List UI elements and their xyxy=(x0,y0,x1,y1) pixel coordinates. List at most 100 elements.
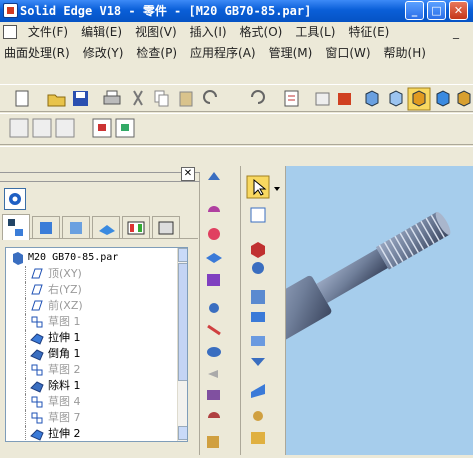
document-icon[interactable] xyxy=(3,25,17,39)
tree-item-label: 右(YZ) xyxy=(48,283,82,296)
menu-bar-primary: 文件(F) 编辑(E) 视图(V) 插入(I) 格式(O) 工具(L) 特征(E) xyxy=(0,22,473,43)
relate-icon xyxy=(251,336,265,346)
menu-help[interactable]: 帮助(H) xyxy=(384,43,426,64)
tree-item[interactable]: 除料 1 xyxy=(20,378,175,394)
select-tool-icon xyxy=(315,92,330,106)
cut-icon xyxy=(133,90,143,106)
tree-item[interactable]: 草图 4 xyxy=(20,394,175,410)
hole-icon xyxy=(208,228,220,240)
sketch-icon xyxy=(31,412,43,424)
tree-item-label: 草图 2 xyxy=(48,363,81,376)
cutout-icon xyxy=(30,381,44,393)
tree-item-label: 前(XZ) xyxy=(48,299,83,312)
tree-connector xyxy=(25,346,26,362)
scroll-thumb[interactable] xyxy=(178,263,187,381)
menu-inspect[interactable]: 检查(P) xyxy=(136,43,177,64)
menu-surfacing[interactable]: 曲面处理(R) xyxy=(4,43,70,64)
sketch-icon xyxy=(31,396,43,408)
standard-toolbar xyxy=(0,84,473,112)
sketch-icon xyxy=(31,364,43,376)
tree-scrollbar[interactable] xyxy=(177,248,187,441)
menu-manage[interactable]: 管理(M) xyxy=(269,43,313,64)
pathfinder-tabs xyxy=(2,214,198,240)
scroll-down-button[interactable] xyxy=(178,426,187,440)
tree-connector xyxy=(25,410,26,426)
menu-view[interactable]: 视图(V) xyxy=(135,22,177,43)
menu-bar-secondary: 曲面处理(R) 修改(Y) 检查(P) 应用程序(A) 管理(M) 窗口(W) 帮助(H) xyxy=(0,43,473,64)
tree-connector xyxy=(25,266,26,282)
tree-item[interactable]: 右(YZ) xyxy=(20,282,175,298)
dropdown-arrow-icon xyxy=(274,187,280,191)
tab-layers[interactable] xyxy=(32,216,60,239)
edgebar-options-button[interactable] xyxy=(4,188,26,210)
edgebar-icon-3 xyxy=(55,118,75,138)
rib-icon xyxy=(207,390,220,400)
tree-item-label: 倒角 1 xyxy=(48,347,81,360)
plane-icon xyxy=(31,300,43,311)
redo-icon xyxy=(251,90,265,104)
paste-icon xyxy=(179,91,193,107)
panel-grip[interactable] xyxy=(0,172,200,182)
copy-icon xyxy=(154,90,169,107)
tree-connector xyxy=(25,378,26,394)
properties-icon xyxy=(284,90,299,107)
tree-item[interactable]: 草图 7 xyxy=(20,410,175,426)
tree-item[interactable]: 草图 1 xyxy=(20,314,175,330)
close-button[interactable]: ✕ xyxy=(449,1,468,20)
tab-engineering-reference[interactable] xyxy=(152,216,180,239)
tree-item-label: 拉伸 2 xyxy=(48,427,81,440)
menu-window[interactable]: 窗口(W) xyxy=(325,43,370,64)
assembly-icon xyxy=(251,432,265,444)
tab-features-library[interactable] xyxy=(62,216,90,239)
edgebar-icon-2 xyxy=(32,118,52,138)
minimize-button[interactable]: _ xyxy=(405,1,424,20)
thread-icon xyxy=(208,412,220,418)
3d-viewport[interactable] xyxy=(258,166,473,455)
edgebar-icon-5 xyxy=(115,118,135,138)
maximize-button[interactable]: □ xyxy=(427,1,446,20)
curve-icon xyxy=(253,411,263,421)
chamfer-icon xyxy=(207,324,221,336)
edgebar-icon-4 xyxy=(92,118,112,138)
tab-feature-tree[interactable] xyxy=(2,214,30,240)
revolved-tool-icon xyxy=(252,262,264,274)
menu-format[interactable]: 格式(O) xyxy=(240,22,283,43)
tree-item[interactable]: 拉伸 2 xyxy=(20,426,175,441)
scroll-up-button[interactable] xyxy=(178,248,187,262)
edgebar-icon-1 xyxy=(9,118,29,138)
tree-item[interactable]: 草图 2 xyxy=(20,362,175,378)
toolbar-separator-band xyxy=(0,146,473,166)
material-icon xyxy=(457,90,471,107)
title-bar: Solid Edge V18 - 零件 - [M20 GB70-85.par] xyxy=(0,0,473,22)
plane-icon xyxy=(31,268,43,279)
thin-wall-icon xyxy=(208,370,218,378)
fillet-icon xyxy=(209,303,219,313)
surface-icon xyxy=(251,384,265,398)
tree-item-label: 草图 1 xyxy=(48,315,81,328)
menu-modify[interactable]: 修改(Y) xyxy=(83,43,124,64)
fit-icon xyxy=(338,93,351,105)
shaded-view-icon xyxy=(412,90,426,107)
tree-item[interactable]: 拉伸 1 xyxy=(20,330,175,346)
view-top-icon xyxy=(389,90,403,107)
menu-insert[interactable]: 插入(I) xyxy=(190,22,227,43)
menu-edit[interactable]: 编辑(E) xyxy=(81,22,122,43)
menu-features[interactable]: 特征(E) xyxy=(348,22,389,43)
tree-item[interactable]: 前(XZ) xyxy=(20,298,175,314)
panel-close-button[interactable]: ✕ xyxy=(181,167,195,181)
doc-minimize-button[interactable]: _ xyxy=(453,25,467,39)
tree-item[interactable]: 顶(XY) xyxy=(20,266,175,282)
menu-applications[interactable]: 应用程序(A) xyxy=(190,43,256,64)
plane-tool-icon xyxy=(251,312,265,322)
menu-tools[interactable]: 工具(L) xyxy=(295,22,335,43)
tab-family[interactable] xyxy=(92,216,120,239)
tree-connector xyxy=(25,394,26,410)
tree-item[interactable]: 倒角 1 xyxy=(20,346,175,362)
window-title: Solid Edge V18 - 零件 - [M20 GB70-85.par] xyxy=(20,4,312,18)
tree-connector xyxy=(25,282,26,298)
edgebar-toolbar xyxy=(0,113,473,145)
menu-file[interactable]: 文件(F) xyxy=(28,22,68,43)
part-icon xyxy=(13,252,23,265)
tab-sensors[interactable] xyxy=(122,216,150,239)
tree-item-label: 草图 4 xyxy=(48,395,81,408)
